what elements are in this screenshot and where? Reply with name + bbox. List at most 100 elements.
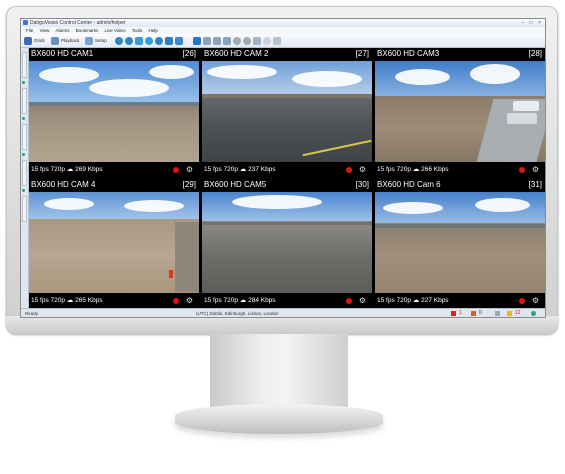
alarm-flag-icon[interactable] xyxy=(451,311,456,316)
video-feed[interactable] xyxy=(29,61,199,162)
camera-name: BX600 HD CAM3 xyxy=(377,49,440,58)
monitor-stand-base xyxy=(175,404,383,434)
camera-header: BX600 HD CAM5 [30] xyxy=(202,179,372,191)
unack-flag-icon[interactable] xyxy=(471,311,476,316)
playback-icon xyxy=(51,36,59,45)
fullscreen-icon[interactable] xyxy=(135,36,143,45)
stream-stats: 15 fps 720p ☁ 284 Kbps xyxy=(204,297,276,304)
grids-button[interactable]: Grids xyxy=(24,36,45,45)
menu-help[interactable]: Help xyxy=(149,28,158,33)
side-tab-strip xyxy=(21,48,29,308)
settings-icon[interactable]: ⚙ xyxy=(186,165,193,175)
warning-icon[interactable] xyxy=(507,311,512,316)
sequence-icon[interactable] xyxy=(253,36,261,45)
settings-icon[interactable]: ⚙ xyxy=(359,165,366,175)
camera-footer: 15 fps 720p ☁ 284 Kbps ⚙ xyxy=(202,294,372,308)
camera-id: [27] xyxy=(355,49,369,58)
side-tab-views[interactable] xyxy=(22,88,27,114)
snapshot-icon[interactable] xyxy=(165,36,173,45)
menu-bar: File View Alarms Bookmarks Live Video To… xyxy=(21,27,545,34)
grid-3x3-icon[interactable] xyxy=(213,36,221,45)
app-icon xyxy=(23,20,28,25)
ptz-icon[interactable] xyxy=(243,36,251,45)
camera-name: BX600 HD CAM1 xyxy=(31,49,94,58)
title-bar: DahgoVision Control Center - admin/helpe… xyxy=(21,19,545,27)
camera-tile[interactable]: BX600 HD CAM5 [30] 15 fps 720p ☁ 284 Kbp… xyxy=(202,179,372,308)
camera-id: [29] xyxy=(182,180,196,189)
status-bar: Ready (UTC) Dublin, Edinburgh, Lisbon, L… xyxy=(21,308,545,317)
record-indicator-icon xyxy=(173,167,179,173)
layout-icon[interactable] xyxy=(193,36,201,45)
search-icon[interactable] xyxy=(145,36,153,45)
camera-footer: 15 fps 720p ☁ 237 Kbps ⚙ xyxy=(202,163,372,177)
camera-header: BX600 HD CAM1 [26] xyxy=(29,48,199,60)
camera-header: BX600 HD CAM 4 [29] xyxy=(29,179,199,191)
alarm-count: 1 xyxy=(459,310,462,316)
menu-tools[interactable]: Tools xyxy=(132,28,143,33)
stream-stats: 15 fps 720p ☁ 265 Kbps xyxy=(31,297,103,304)
settings-icon[interactable]: ⚙ xyxy=(186,296,193,306)
monitor-stand-neck xyxy=(210,334,348,408)
export-icon[interactable] xyxy=(175,36,183,45)
stream-stats: 15 fps 720p ☁ 227 Kbps xyxy=(377,297,449,304)
grid-2x2-icon[interactable] xyxy=(203,36,211,45)
window-title: DahgoVision Control Center - admin/helpe… xyxy=(30,20,126,26)
status-dot-icon xyxy=(22,81,25,84)
settings-icon[interactable]: ⚙ xyxy=(532,296,539,306)
video-feed[interactable] xyxy=(29,192,199,293)
monitor-icon[interactable] xyxy=(263,36,271,45)
menu-file[interactable]: File xyxy=(26,28,33,33)
refresh-icon[interactable] xyxy=(115,36,123,45)
status-dot-icon xyxy=(22,189,25,192)
camera-id: [31] xyxy=(528,180,542,189)
menu-live-video[interactable]: Live Video xyxy=(105,28,126,33)
side-tab-bookmarks[interactable] xyxy=(22,160,27,186)
status-dot-icon xyxy=(22,153,25,156)
setup-button[interactable]: Setup xyxy=(85,36,107,45)
menu-alarms[interactable]: Alarms xyxy=(55,28,69,33)
settings-icon[interactable]: ⚙ xyxy=(359,296,366,306)
record-indicator-icon xyxy=(519,167,525,173)
unack-count: 0 xyxy=(479,310,482,316)
side-tab-alarms[interactable] xyxy=(22,124,27,150)
side-tab-ptz[interactable] xyxy=(22,196,27,222)
window-controls[interactable]: – □ × xyxy=(522,20,544,26)
timezone-label: (UTC) Dublin, Edinburgh, Lisbon, London xyxy=(196,311,279,316)
quick-tools xyxy=(115,36,185,45)
side-tab-cameras[interactable] xyxy=(22,52,27,78)
playback-button[interactable]: Playback xyxy=(51,36,79,45)
settings-icon[interactable]: ⚙ xyxy=(532,165,539,175)
record-indicator-icon xyxy=(346,167,352,173)
grid-4x4-icon[interactable] xyxy=(223,36,231,45)
camera-tile[interactable]: BX600 HD CAM1 [26] 15 fps 720p ☁ 269 Kbp… xyxy=(29,48,199,177)
alarm-icon[interactable] xyxy=(155,36,163,45)
menu-view[interactable]: View xyxy=(40,28,50,33)
video-feed[interactable] xyxy=(375,192,545,293)
video-feed[interactable] xyxy=(375,61,545,162)
video-feed[interactable] xyxy=(202,192,372,293)
disconnect-icon[interactable] xyxy=(495,311,500,316)
camera-tile[interactable]: BX600 HD CAM3 [28] 15 fps 720p ☁ 266 Kbp… xyxy=(375,48,545,177)
more-icon[interactable] xyxy=(273,36,281,45)
camera-tile[interactable]: BX600 HD CAM 2 [27] 15 fps 720p ☁ 237 Kb… xyxy=(202,48,372,177)
camera-tile[interactable]: BX600 HD Cam 6 [31] 15 fps 720p ☁ 227 Kb… xyxy=(375,179,545,308)
camera-footer: 15 fps 720p ☁ 266 Kbps ⚙ xyxy=(375,163,545,177)
camera-header: BX600 HD CAM 2 [27] xyxy=(202,48,372,60)
menu-bookmarks[interactable]: Bookmarks xyxy=(76,28,99,33)
camera-header: BX600 HD Cam 6 [31] xyxy=(375,179,545,191)
camera-name: BX600 HD CAM 2 xyxy=(204,49,269,58)
camera-id: [26] xyxy=(182,49,196,58)
status-ready: Ready xyxy=(25,311,39,316)
camera-tile[interactable]: BX600 HD CAM 4 [29] 15 fps 720p ☁ 265 Kb… xyxy=(29,179,199,308)
grid-icon xyxy=(24,36,32,45)
stream-stats: 15 fps 720p ☁ 266 Kbps xyxy=(377,166,449,173)
camera-id: [28] xyxy=(528,49,542,58)
camera-name: BX600 HD Cam 6 xyxy=(377,180,441,189)
record-indicator-icon xyxy=(346,298,352,304)
help-icon[interactable] xyxy=(125,36,133,45)
camera-icon[interactable] xyxy=(233,36,241,45)
camera-name: BX600 HD CAM5 xyxy=(204,180,267,189)
camera-footer: 15 fps 720p ☁ 265 Kbps ⚙ xyxy=(29,294,199,308)
setup-icon xyxy=(85,36,93,45)
video-feed[interactable] xyxy=(202,61,372,162)
